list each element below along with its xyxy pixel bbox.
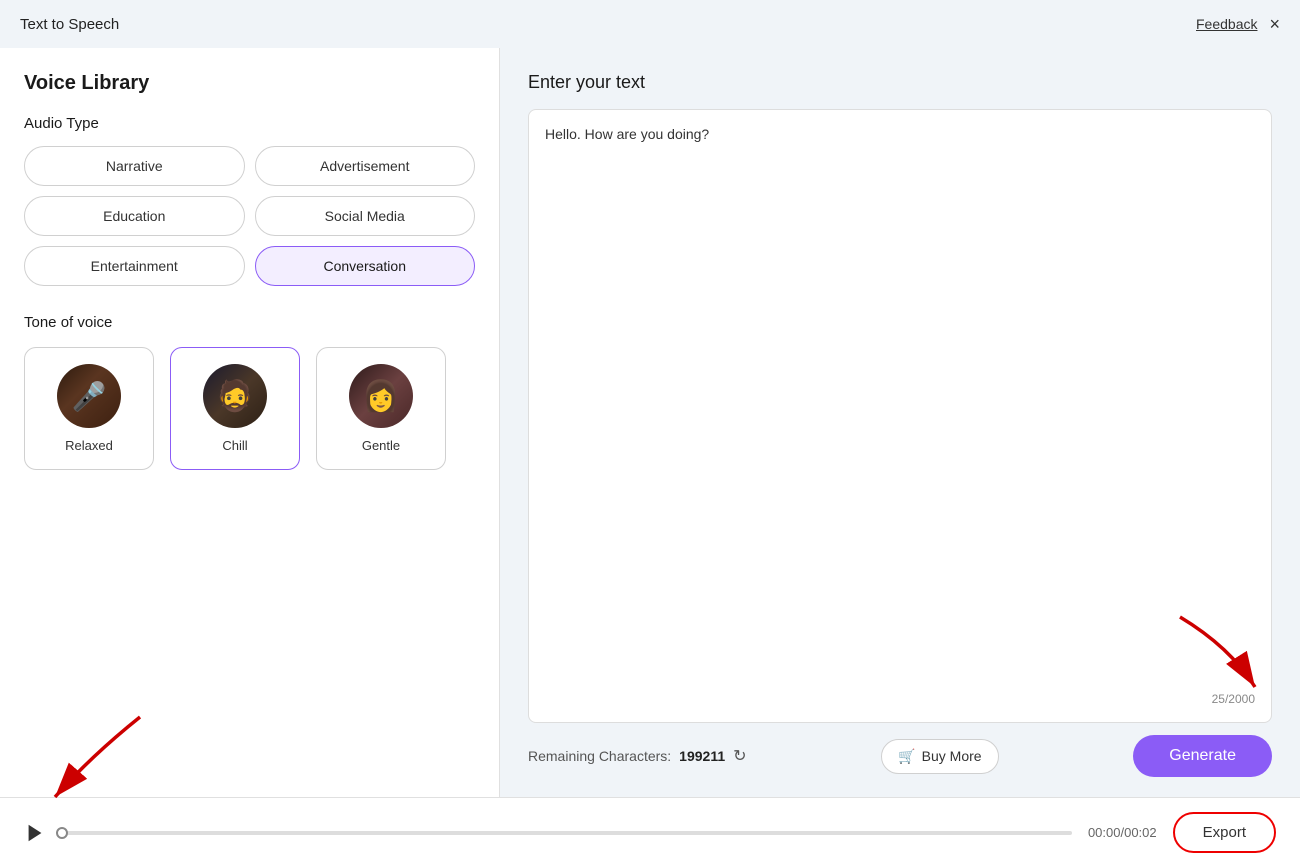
play-button[interactable] bbox=[24, 822, 46, 844]
tone-chill[interactable]: Chill bbox=[170, 347, 300, 470]
export-button[interactable]: Export bbox=[1173, 812, 1276, 853]
playback-bar: 00:00/00:02 Export bbox=[0, 797, 1300, 867]
text-area-wrapper: Hello. How are you doing? 25/2000 bbox=[528, 109, 1272, 723]
remaining-chars: Remaining Characters: 199211 ↻ bbox=[528, 746, 747, 766]
left-panel: Voice Library Audio Type Narrative Adver… bbox=[0, 48, 500, 797]
feedback-link[interactable]: Feedback bbox=[1196, 16, 1257, 32]
buy-more-label: Buy More bbox=[922, 748, 982, 764]
tone-relaxed-label: Relaxed bbox=[65, 438, 113, 453]
remaining-count: 199211 bbox=[679, 748, 725, 764]
tone-relaxed[interactable]: Relaxed bbox=[24, 347, 154, 470]
voice-library-title: Voice Library bbox=[24, 72, 475, 95]
enter-text-title: Enter your text bbox=[528, 72, 1272, 93]
bottom-bar: Remaining Characters: 199211 ↻ 🛒 Buy Mor… bbox=[528, 735, 1272, 777]
avatar-chill bbox=[203, 364, 267, 428]
audio-type-advertisement[interactable]: Advertisement bbox=[255, 146, 476, 186]
main-layout: Voice Library Audio Type Narrative Adver… bbox=[0, 48, 1300, 797]
audio-type-conversation[interactable]: Conversation bbox=[255, 246, 476, 286]
progress-container bbox=[62, 831, 1072, 835]
remaining-label: Remaining Characters: bbox=[528, 748, 671, 764]
tone-gentle-label: Gentle bbox=[362, 438, 400, 453]
audio-type-label: Audio Type bbox=[24, 115, 475, 132]
title-bar: Text to Speech Feedback × bbox=[0, 0, 1300, 48]
generate-button[interactable]: Generate bbox=[1133, 735, 1272, 777]
right-panel: Enter your text Hello. How are you doing… bbox=[500, 48, 1300, 797]
play-icon bbox=[24, 822, 46, 844]
audio-type-social-media[interactable]: Social Media bbox=[255, 196, 476, 236]
buy-more-icon: 🛒 bbox=[898, 748, 915, 765]
app-title: Text to Speech bbox=[20, 16, 119, 33]
buy-more-button[interactable]: 🛒 Buy More bbox=[881, 739, 998, 774]
audio-type-entertainment[interactable]: Entertainment bbox=[24, 246, 245, 286]
tone-chill-label: Chill bbox=[222, 438, 247, 453]
avatar-relaxed bbox=[57, 364, 121, 428]
time-display: 00:00/00:02 bbox=[1088, 825, 1157, 840]
title-bar-actions: Feedback × bbox=[1196, 15, 1280, 33]
progress-thumb[interactable] bbox=[56, 827, 68, 839]
audio-type-grid: Narrative Advertisement Education Social… bbox=[24, 146, 475, 286]
tone-label: Tone of voice bbox=[24, 314, 475, 331]
audio-type-education[interactable]: Education bbox=[24, 196, 245, 236]
tone-gentle[interactable]: Gentle bbox=[316, 347, 446, 470]
close-button[interactable]: × bbox=[1269, 15, 1280, 33]
avatar-gentle bbox=[349, 364, 413, 428]
text-input[interactable]: Hello. How are you doing? bbox=[545, 126, 1255, 684]
char-count: 25/2000 bbox=[545, 692, 1255, 706]
progress-track[interactable] bbox=[62, 831, 1072, 835]
refresh-icon[interactable]: ↻ bbox=[733, 746, 746, 766]
audio-type-narrative[interactable]: Narrative bbox=[24, 146, 245, 186]
tone-grid: Relaxed Chill Gentle bbox=[24, 347, 475, 470]
